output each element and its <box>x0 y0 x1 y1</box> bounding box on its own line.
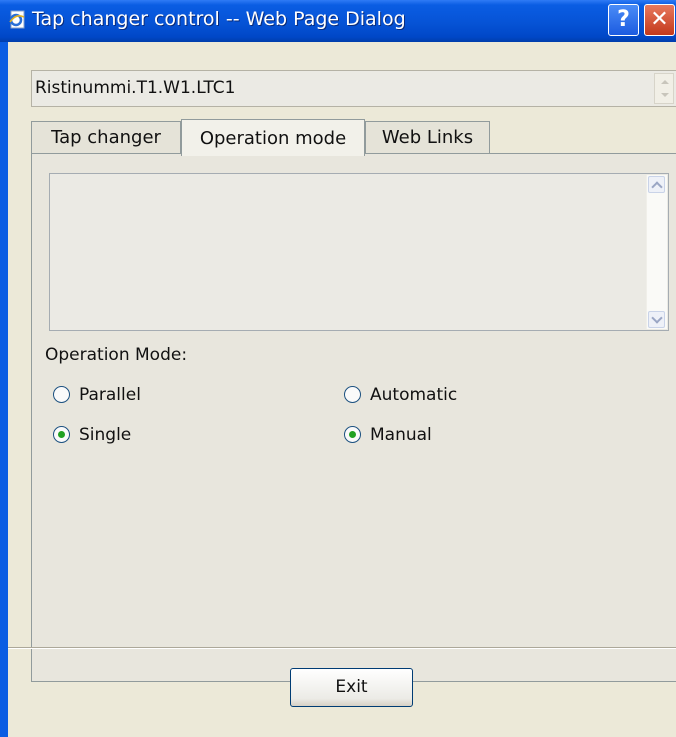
radio-label: Parallel <box>79 385 141 405</box>
operation-mode-label: Operation Mode: <box>45 345 188 365</box>
scroll-down-button[interactable] <box>648 311 665 328</box>
tab-tap-changer[interactable]: Tap changer <box>31 121 181 154</box>
ie-page-icon <box>9 10 25 29</box>
footer-separator <box>8 647 676 649</box>
radio-label: Manual <box>370 425 432 445</box>
operation-mode-panel: Operation Mode: Parallel Automatic Singl… <box>31 153 676 682</box>
spin-up-icon <box>661 80 669 84</box>
tab-web-links[interactable]: Web Links <box>365 121 490 154</box>
info-textarea[interactable] <box>49 173 669 331</box>
object-field-spinner[interactable] <box>654 73 674 104</box>
chevron-down-icon <box>651 312 663 324</box>
tab-operation-mode[interactable]: Operation mode <box>181 119 365 156</box>
radio-circle <box>344 426 361 443</box>
radio-label: Single <box>79 425 132 445</box>
window-title: Tap changer control -- Web Page Dialog <box>32 8 406 30</box>
radio-circle <box>344 386 361 403</box>
window-frame <box>0 42 8 737</box>
scroll-up-button[interactable] <box>648 176 665 193</box>
dialog-window: Tap changer control -- Web Page Dialog ?… <box>0 0 676 737</box>
spin-down-icon <box>661 93 669 97</box>
close-icon: ✕ <box>650 7 669 32</box>
radio-circle <box>53 426 70 443</box>
radio-circle <box>53 386 70 403</box>
close-button[interactable]: ✕ <box>644 4 675 36</box>
radio-selected-dot <box>349 431 356 438</box>
radio-selected-dot <box>58 431 65 438</box>
radio-label: Automatic <box>370 385 458 405</box>
title-bar[interactable]: Tap changer control -- Web Page Dialog ?… <box>0 0 676 42</box>
help-button[interactable]: ? <box>608 4 639 36</box>
exit-button[interactable]: Exit <box>290 668 413 707</box>
help-icon: ? <box>617 7 630 32</box>
chevron-up-icon <box>651 181 663 193</box>
textarea-scrollbar[interactable] <box>646 175 667 329</box>
dialog-content: Ristinummi.T1.W1.LTC1 Tap changer Operat… <box>8 42 676 737</box>
object-name-value: Ristinummi.T1.W1.LTC1 <box>35 78 236 98</box>
object-name-field[interactable]: Ristinummi.T1.W1.LTC1 <box>31 70 676 107</box>
